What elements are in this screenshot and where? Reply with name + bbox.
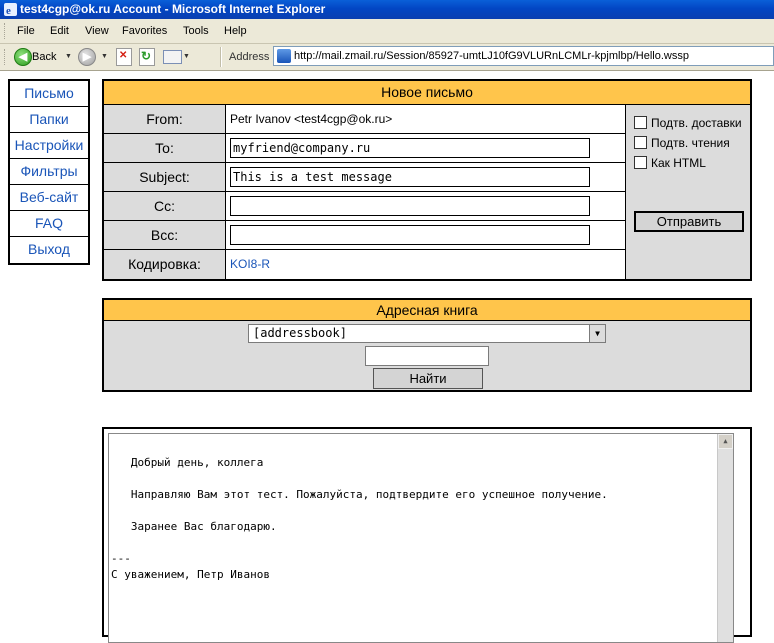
from-value: Petr Ivanov <test4cgp@ok.ru> <box>230 112 393 126</box>
nav-item-website[interactable]: Веб-сайт <box>10 185 88 211</box>
message-textarea[interactable]: Добрый день, коллега Направляю Вам этот … <box>108 433 734 643</box>
from-row: From: Petr Ivanov <test4cgp@ok.ru> <box>104 105 625 134</box>
menu-bar: File Edit View Favorites Tools Help <box>0 19 774 44</box>
mail-icon[interactable] <box>163 50 182 64</box>
forward-arrow-icon[interactable]: ▶ <box>78 48 96 66</box>
toolbar-separator <box>220 47 222 67</box>
menu-tools[interactable]: Tools <box>181 19 211 43</box>
message-scrollbar[interactable]: ▲ <box>717 434 733 642</box>
to-label: To: <box>104 134 226 162</box>
address-url[interactable]: http://mail.zmail.ru/Session/85927-umtLJ… <box>294 47 689 65</box>
read-confirm-option[interactable]: Подтв. чтения <box>634 135 730 151</box>
message-line: Заранее Вас благодарю. <box>111 520 277 533</box>
window-title: test4cgp@ok.ru Account - Microsoft Inter… <box>20 2 326 16</box>
subject-field[interactable] <box>230 167 590 187</box>
toolbar-grip <box>4 49 8 65</box>
read-confirm-checkbox[interactable] <box>634 136 647 150</box>
compose-panel: Новое письмо From: Petr Ivanov <test4cgp… <box>102 79 752 281</box>
nav-item-exit[interactable]: Выход <box>10 237 88 263</box>
subject-row: Subject: <box>104 163 625 192</box>
window-titlebar: e test4cgp@ok.ru Account - Microsoft Int… <box>0 0 774 19</box>
nav-item-folders[interactable]: Папки <box>10 107 88 133</box>
html-checkbox[interactable] <box>634 156 647 170</box>
menu-view[interactable]: View <box>83 19 111 43</box>
scroll-up-icon[interactable]: ▲ <box>718 434 733 449</box>
message-line: Добрый день, коллега <box>111 456 264 469</box>
page-content: Письмо Папки Настройки Фильтры Веб-сайт … <box>0 71 774 643</box>
compose-form: From: Petr Ivanov <test4cgp@ok.ru> To: S… <box>104 105 625 279</box>
mail-dropdown-icon[interactable]: ▼ <box>183 44 190 70</box>
toolbar: ◀ Back ▼ ▶ ▼ ▼ Address http://mail.zmail… <box>0 44 774 71</box>
encoding-label: Кодировка: <box>104 250 226 279</box>
bcc-field[interactable] <box>230 225 590 245</box>
from-label: From: <box>104 105 226 133</box>
to-row: To: <box>104 134 625 163</box>
addressbook-search-input[interactable] <box>365 346 489 366</box>
nav-item-settings[interactable]: Настройки <box>10 133 88 159</box>
forward-dropdown-icon[interactable]: ▼ <box>101 44 108 70</box>
menu-edit[interactable]: Edit <box>48 19 71 43</box>
menu-help[interactable]: Help <box>222 19 249 43</box>
menu-grip <box>4 23 8 39</box>
page-icon <box>277 49 291 63</box>
find-button[interactable]: Найти <box>373 368 483 389</box>
addressbook-panel: Адресная книга [addressbook] ▼ Найти <box>102 298 752 392</box>
message-body-panel: Добрый день, коллега Направляю Вам этот … <box>102 427 752 643</box>
delivery-confirm-checkbox[interactable] <box>634 116 647 130</box>
message-line: --- <box>111 552 131 565</box>
read-confirm-label: Подтв. чтения <box>651 136 730 150</box>
svg-text:e: e <box>6 5 11 17</box>
menu-favorites[interactable]: Favorites <box>120 19 169 43</box>
ie-icon: e <box>4 3 17 17</box>
back-arrow-icon[interactable]: ◀ <box>14 48 32 66</box>
message-line: С уважением, Петр Иванов <box>111 568 270 581</box>
encoding-row: Кодировка: KOI8-R <box>104 250 625 279</box>
nav-item-filters[interactable]: Фильтры <box>10 159 88 185</box>
cc-field[interactable] <box>230 196 590 216</box>
stop-icon[interactable] <box>116 48 132 66</box>
menu-file[interactable]: File <box>15 19 37 43</box>
left-nav: Письмо Папки Настройки Фильтры Веб-сайт … <box>8 79 90 265</box>
address-bar[interactable]: http://mail.zmail.ru/Session/85927-umtLJ… <box>273 46 774 66</box>
addressbook-heading: Адресная книга <box>104 300 750 321</box>
subject-label: Subject: <box>104 163 226 191</box>
to-field[interactable] <box>230 138 590 158</box>
addressbook-select[interactable]: [addressbook] ▼ <box>248 324 606 343</box>
chevron-down-icon[interactable]: ▼ <box>589 325 605 342</box>
delivery-confirm-label: Подтв. доставки <box>651 116 742 130</box>
refresh-icon[interactable] <box>139 48 155 66</box>
back-dropdown-icon[interactable]: ▼ <box>65 44 72 70</box>
nav-item-faq[interactable]: FAQ <box>10 211 88 237</box>
nav-item-letter[interactable]: Письмо <box>10 81 88 107</box>
cc-label: Cc: <box>104 192 226 220</box>
cc-row: Cc: <box>104 192 625 221</box>
html-label: Как HTML <box>651 156 706 170</box>
compose-heading: Новое письмо <box>104 81 750 105</box>
compose-options: Подтв. доставки Подтв. чтения Как HTML О… <box>625 105 750 279</box>
delivery-confirm-option[interactable]: Подтв. доставки <box>634 115 742 131</box>
html-option[interactable]: Как HTML <box>634 155 706 171</box>
addressbook-selected: [addressbook] <box>253 326 347 340</box>
message-line: Направляю Вам этот тест. Пожалуйста, под… <box>111 488 608 501</box>
encoding-link[interactable]: KOI8-R <box>230 250 270 278</box>
address-label: Address <box>229 51 270 63</box>
bcc-label: Bcc: <box>104 221 226 249</box>
back-button-label[interactable]: Back <box>32 44 56 70</box>
send-button[interactable]: Отправить <box>634 211 744 232</box>
bcc-row: Bcc: <box>104 221 625 250</box>
